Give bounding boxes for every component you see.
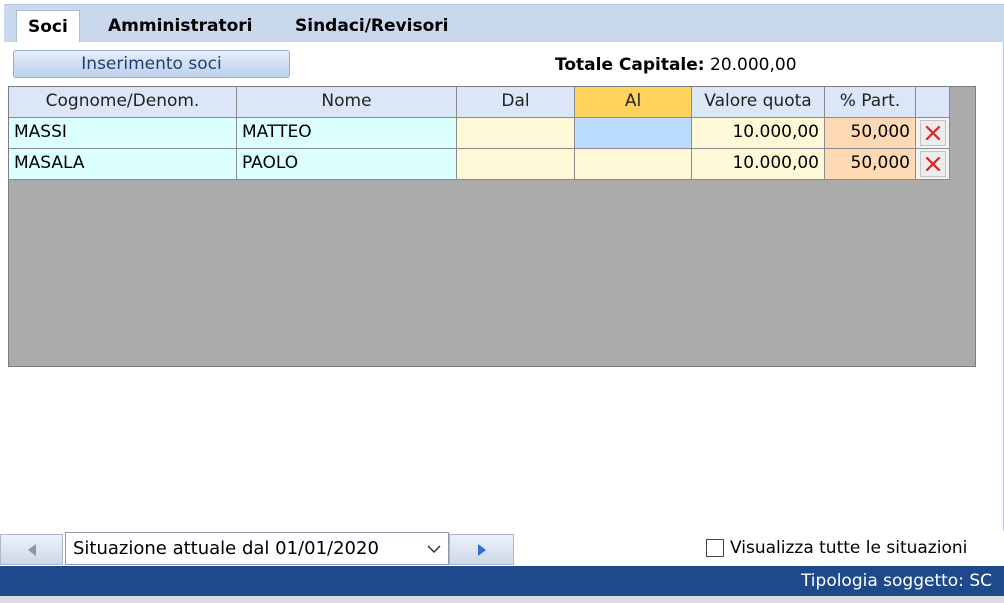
situazione-selected-value: Situazione attuale dal 01/01/2020 [73,538,379,559]
visualizza-tutte-label: Visualizza tutte le situazioni [730,538,968,558]
totale-capitale: Totale Capitale: 20.000,00 [555,55,797,75]
soci-grid: Cognome/Denom. Nome Dal Al Valore quota … [8,86,976,367]
arrow-left-icon [27,543,36,556]
inserimento-soci-button[interactable]: Inserimento soci [13,50,290,78]
cell-dal[interactable] [457,118,575,149]
tipologia-soggetto: Tipologia soggetto: SC [800,571,992,591]
cell-valore-quota[interactable]: 10.000,00 [692,149,825,180]
chevron-down-icon [426,533,442,564]
cell-part[interactable]: 50,000 [825,149,916,180]
delete-row-button[interactable] [919,120,946,146]
tab-soci[interactable]: Soci [16,10,80,43]
next-situazione-button[interactable] [449,534,514,565]
close-icon [925,125,940,141]
close-icon [925,156,940,172]
tab-sindaci-revisori[interactable]: Sindaci/Revisori [295,10,448,43]
cell-part[interactable]: 50,000 [825,118,916,149]
cell-valore-quota[interactable]: 10.000,00 [692,118,825,149]
cell-actions [916,149,950,180]
col-header-al[interactable]: Al [575,87,692,118]
col-header-actions [916,87,950,118]
tab-strip: Soci Amministratori Sindaci/Revisori [4,4,1004,43]
cell-actions [916,118,950,149]
totale-capitale-label: Totale Capitale: [555,55,705,75]
cell-nome[interactable]: PAOLO [237,149,457,180]
cell-nome[interactable]: MATTEO [237,118,457,149]
col-header-part[interactable]: % Part. [825,87,916,118]
cell-al[interactable] [575,149,692,180]
checkbox-box[interactable] [706,539,724,557]
col-header-dal[interactable]: Dal [457,87,575,118]
col-header-nome[interactable]: Nome [237,87,457,118]
situazione-select[interactable]: Situazione attuale dal 01/01/2020 [65,532,449,565]
situazione-navbar: Situazione attuale dal 01/01/2020 Visual… [0,531,1004,566]
cell-cognome[interactable]: MASSI [9,118,237,149]
prev-situazione-button[interactable] [0,534,63,565]
cell-dal[interactable] [457,149,575,180]
cell-cognome[interactable]: MASALA [9,149,237,180]
totale-capitale-value: 20.000,00 [710,55,797,75]
tab-amministratori[interactable]: Amministratori [108,10,252,43]
delete-row-button[interactable] [919,151,946,177]
col-header-valore-quota[interactable]: Valore quota [692,87,825,118]
cell-al[interactable] [575,118,692,149]
visualizza-tutte-checkbox[interactable]: Visualizza tutte le situazioni [706,538,967,558]
arrow-right-icon [477,543,486,556]
col-header-cognome[interactable]: Cognome/Denom. [9,87,237,118]
status-bar: Tipologia soggetto: SC [0,566,1004,596]
bottom-strip [0,596,1004,603]
